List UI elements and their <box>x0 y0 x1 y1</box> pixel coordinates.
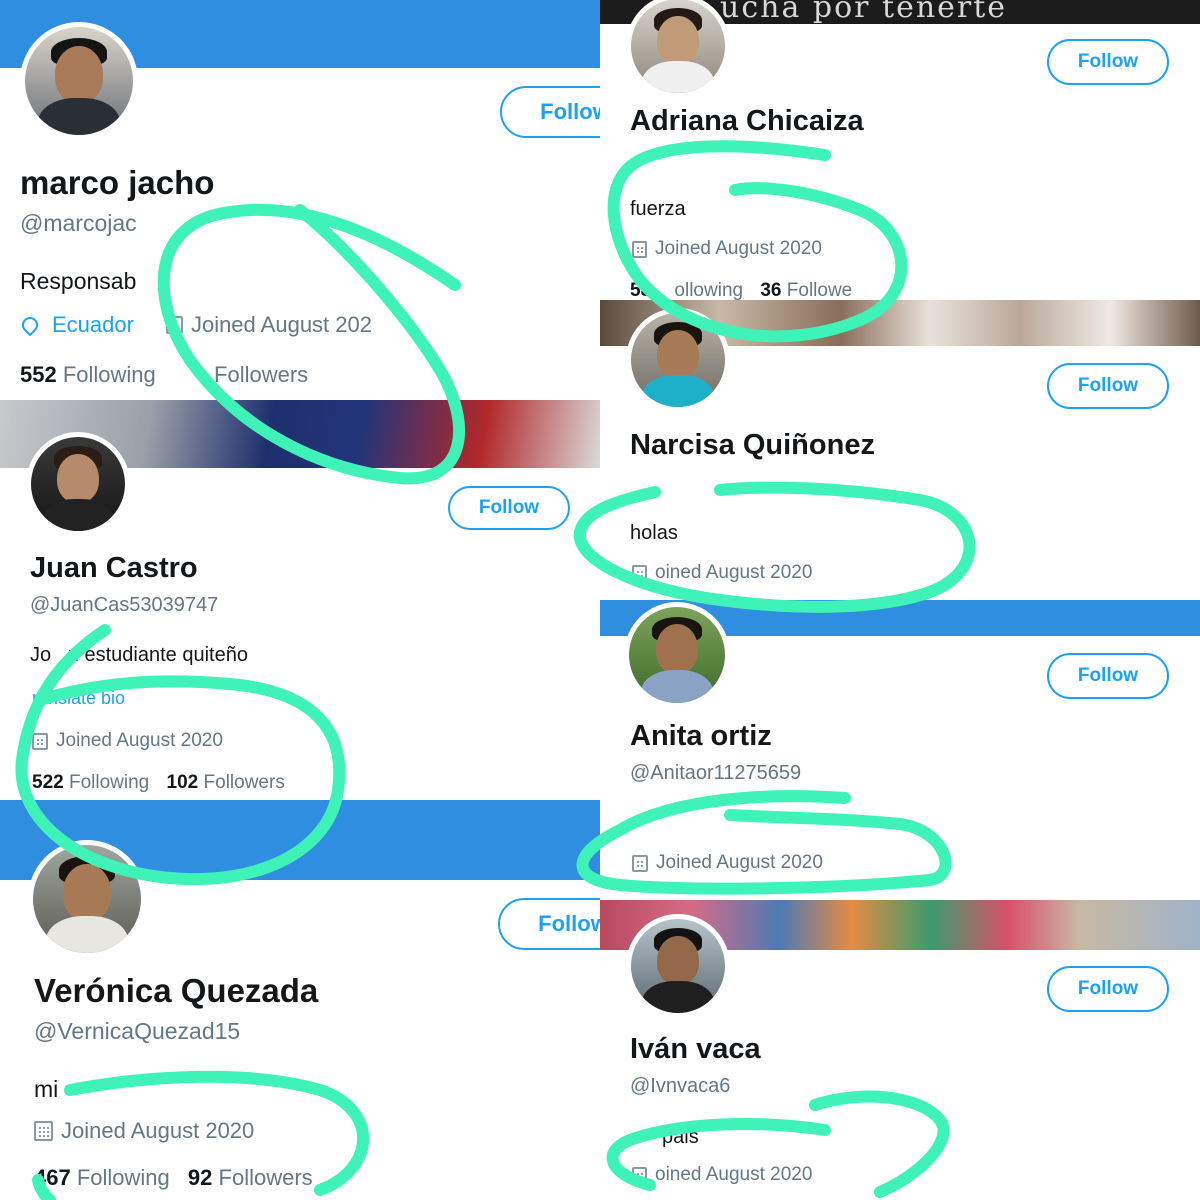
avatar[interactable] <box>626 308 730 412</box>
profile-meta: oined August 2020 <box>632 1164 812 1186</box>
profile-meta: Joined August 2020 <box>32 730 223 752</box>
profile-stats: 58 ollowing 36 Followe <box>630 280 852 300</box>
following-label[interactable]: Following <box>63 362 156 387</box>
profile-handle: @VernicaQuezad15 <box>34 1018 241 1044</box>
followers-count[interactable]: 102 <box>167 772 199 793</box>
profile-stats: 522 Following 102 Followers <box>32 772 285 794</box>
profile-handle: @Anitaor11275659 <box>630 762 802 784</box>
profile-meta: Ecuador Joined August 202 <box>18 312 372 338</box>
avatar[interactable] <box>26 432 130 536</box>
calendar-icon <box>632 854 648 872</box>
profile-name: marco jacho <box>20 164 215 201</box>
joined-date: Joined August 2020 <box>56 730 223 751</box>
followers-label[interactable]: Followe <box>787 280 852 300</box>
calendar-icon <box>165 316 183 334</box>
profile-name: Iván vaca <box>630 1033 761 1065</box>
follow-button[interactable]: Follow <box>1047 363 1169 409</box>
profile-bio: pais <box>662 1126 699 1148</box>
follow-button[interactable]: Follow <box>498 898 600 950</box>
profile-handle: @marcojac <box>20 210 137 236</box>
joined-date: Joined August 202 <box>190 312 372 337</box>
profile-handle: @JuanCas53039747 <box>30 594 219 616</box>
following-count[interactable]: 467 <box>34 1165 71 1190</box>
profile-bio: Responsab <box>20 268 137 294</box>
profile-name: Anita ortiz <box>630 720 772 752</box>
follow-button[interactable]: Follow <box>448 486 570 530</box>
profile-card-marco: Follow marco jacho @marcojac Responsab E… <box>0 0 600 400</box>
profile-card-adriana: ucha por tenerte Follow Adriana Chicaiza… <box>600 0 1200 300</box>
profile-card-ivan: Follow Iván vaca @Ivnvaca6 pais oined Au… <box>600 900 1200 1200</box>
translate-bio-link[interactable]: ranslate bio <box>32 688 125 709</box>
profile-handle: @Ivnvaca6 <box>630 1075 731 1097</box>
following-label[interactable]: Following <box>69 772 149 793</box>
follow-button[interactable]: Follow <box>500 86 600 138</box>
follow-button[interactable]: Follow <box>1047 966 1169 1012</box>
profile-meta: Joined August 2020 <box>632 238 822 260</box>
followers-count[interactable]: 36 <box>760 280 781 300</box>
calendar-icon <box>632 1166 647 1184</box>
joined-date: oined August 2020 <box>655 1164 813 1185</box>
following-label[interactable]: Following <box>77 1165 170 1190</box>
followers-label[interactable]: Followers <box>219 1165 313 1190</box>
profile-meta: oined August 2020 <box>632 562 812 584</box>
followers-label[interactable]: Followers <box>214 362 308 387</box>
following-count[interactable]: 522 <box>32 772 64 793</box>
avatar[interactable] <box>20 22 138 140</box>
avatar[interactable] <box>626 914 730 1018</box>
calendar-icon <box>32 732 48 750</box>
profile-name: Adriana Chicaiza <box>630 105 864 137</box>
profile-stats: 552 Following Followers <box>20 362 308 388</box>
avatar[interactable] <box>624 602 730 708</box>
profile-meta: Joined August 2020 <box>34 1118 254 1144</box>
follow-button[interactable]: Follow <box>1047 39 1169 85</box>
profile-card-anita: Follow Anita ortiz @Anitaor11275659 Join… <box>600 600 1200 900</box>
followers-count[interactable]: 92 <box>188 1165 212 1190</box>
following-count[interactable]: 58 <box>630 280 651 300</box>
profile-stats: 467 Following 92 Followers <box>34 1165 313 1191</box>
profile-name: Narcisa Quiñonez <box>630 429 875 461</box>
location-link[interactable]: Ecuador <box>52 312 134 338</box>
profile-bio: holas <box>630 522 678 544</box>
location-pin-icon <box>18 313 42 337</box>
profile-name: Verónica Quezada <box>34 972 319 1009</box>
profile-name: Juan Castro <box>30 552 198 584</box>
followers-label[interactable]: Followers <box>204 772 285 793</box>
joined-date: Joined August 2020 <box>656 852 823 873</box>
joined-date: Joined August 2020 <box>655 238 822 259</box>
calendar-icon <box>34 1121 53 1141</box>
following-count[interactable]: 552 <box>20 362 57 387</box>
profile-bio: mi <box>34 1076 59 1102</box>
calendar-icon <box>632 240 647 258</box>
profile-bio: fuerza <box>630 198 686 220</box>
follow-button[interactable]: Follow <box>1047 653 1169 699</box>
banner-text: ucha por tenerte <box>720 0 1008 24</box>
profile-meta: Joined August 2020 <box>632 852 823 874</box>
joined-date: Joined August 2020 <box>61 1118 255 1143</box>
profile-card-narcisa: Follow Narcisa Quiñonez holas oined Augu… <box>600 300 1200 600</box>
calendar-icon <box>632 564 647 582</box>
profile-bio: Jo n estudiante quiteño <box>30 644 248 666</box>
joined-date: oined August 2020 <box>655 562 813 583</box>
profile-card-veronica: Follow Verónica Quezada @VernicaQuezad15… <box>0 800 600 1200</box>
following-label[interactable]: ollowing <box>674 280 743 300</box>
profile-card-juan: Follow Juan Castro @JuanCas53039747 Jo n… <box>0 400 600 800</box>
avatar[interactable] <box>626 0 730 98</box>
avatar[interactable] <box>28 840 146 958</box>
